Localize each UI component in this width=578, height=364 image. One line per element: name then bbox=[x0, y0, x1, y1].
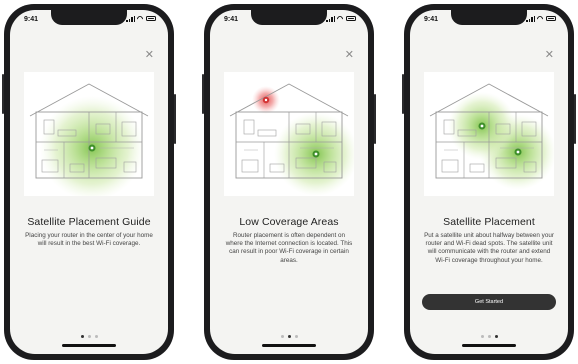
wifi-icon bbox=[537, 15, 544, 22]
phone-frame-3: 9:41 ✕ Satellite Placement Put a satelli… bbox=[402, 4, 576, 360]
status-time: 9:41 bbox=[424, 16, 439, 23]
notch bbox=[251, 10, 327, 25]
signal-icon bbox=[126, 15, 135, 22]
battery-icon bbox=[346, 16, 356, 21]
page-title: Satellite Placement bbox=[443, 216, 535, 228]
notch bbox=[51, 10, 127, 25]
status-icons bbox=[526, 15, 556, 22]
notch bbox=[451, 10, 527, 25]
page-dot-2[interactable] bbox=[487, 335, 491, 338]
close-icon[interactable]: ✕ bbox=[545, 50, 554, 61]
page-dot-3[interactable] bbox=[294, 335, 298, 338]
status-icons bbox=[126, 15, 156, 22]
status-time: 9:41 bbox=[224, 16, 239, 23]
close-icon[interactable]: ✕ bbox=[145, 50, 154, 61]
page-dot-3[interactable] bbox=[94, 335, 98, 338]
phone-frame-1: 9:41 ✕ Satellite Placement Guide Placing… bbox=[2, 4, 176, 360]
phone-frame-2: 9:41 ✕ Low Coverage Areas Router placeme… bbox=[202, 4, 376, 360]
page-title: Low Coverage Areas bbox=[239, 216, 339, 228]
onboarding-screen-2: 9:41 ✕ Low Coverage Areas Router placeme… bbox=[210, 10, 368, 354]
page-dot-1[interactable] bbox=[480, 335, 484, 338]
page-description: Put a satellite unit about halfway betwe… bbox=[424, 232, 554, 264]
home-indicator[interactable] bbox=[462, 344, 516, 347]
status-time: 9:41 bbox=[24, 16, 39, 23]
house-coverage-illustration bbox=[224, 72, 354, 196]
house-coverage-illustration bbox=[424, 72, 554, 196]
get-started-button[interactable]: Get Started bbox=[422, 294, 556, 310]
page-dot-1[interactable] bbox=[80, 335, 84, 338]
pagination-dots bbox=[10, 335, 168, 338]
onboarding-screen-3: 9:41 ✕ Satellite Placement Put a satelli… bbox=[410, 10, 568, 354]
battery-icon bbox=[146, 16, 156, 21]
home-indicator[interactable] bbox=[62, 344, 116, 347]
pagination-dots bbox=[410, 335, 568, 338]
page-dot-3[interactable] bbox=[494, 335, 498, 338]
pagination-dots bbox=[210, 335, 368, 338]
onboarding-screen-1: 9:41 ✕ Satellite Placement Guide Placing… bbox=[10, 10, 168, 354]
home-indicator[interactable] bbox=[262, 344, 316, 347]
page-dot-2[interactable] bbox=[87, 335, 91, 338]
page-dot-2[interactable] bbox=[287, 335, 291, 338]
signal-icon bbox=[526, 15, 535, 22]
wifi-icon bbox=[137, 15, 144, 22]
signal-icon bbox=[326, 15, 335, 22]
page-description: Router placement is often dependent on w… bbox=[225, 232, 353, 264]
wifi-icon bbox=[337, 15, 344, 22]
status-icons bbox=[326, 15, 356, 22]
page-description: Placing your router in the center of you… bbox=[25, 232, 153, 248]
page-dot-1[interactable] bbox=[280, 335, 284, 338]
page-title: Satellite Placement Guide bbox=[27, 216, 151, 228]
house-coverage-illustration bbox=[24, 72, 154, 196]
close-icon[interactable]: ✕ bbox=[345, 50, 354, 61]
battery-icon bbox=[546, 16, 556, 21]
